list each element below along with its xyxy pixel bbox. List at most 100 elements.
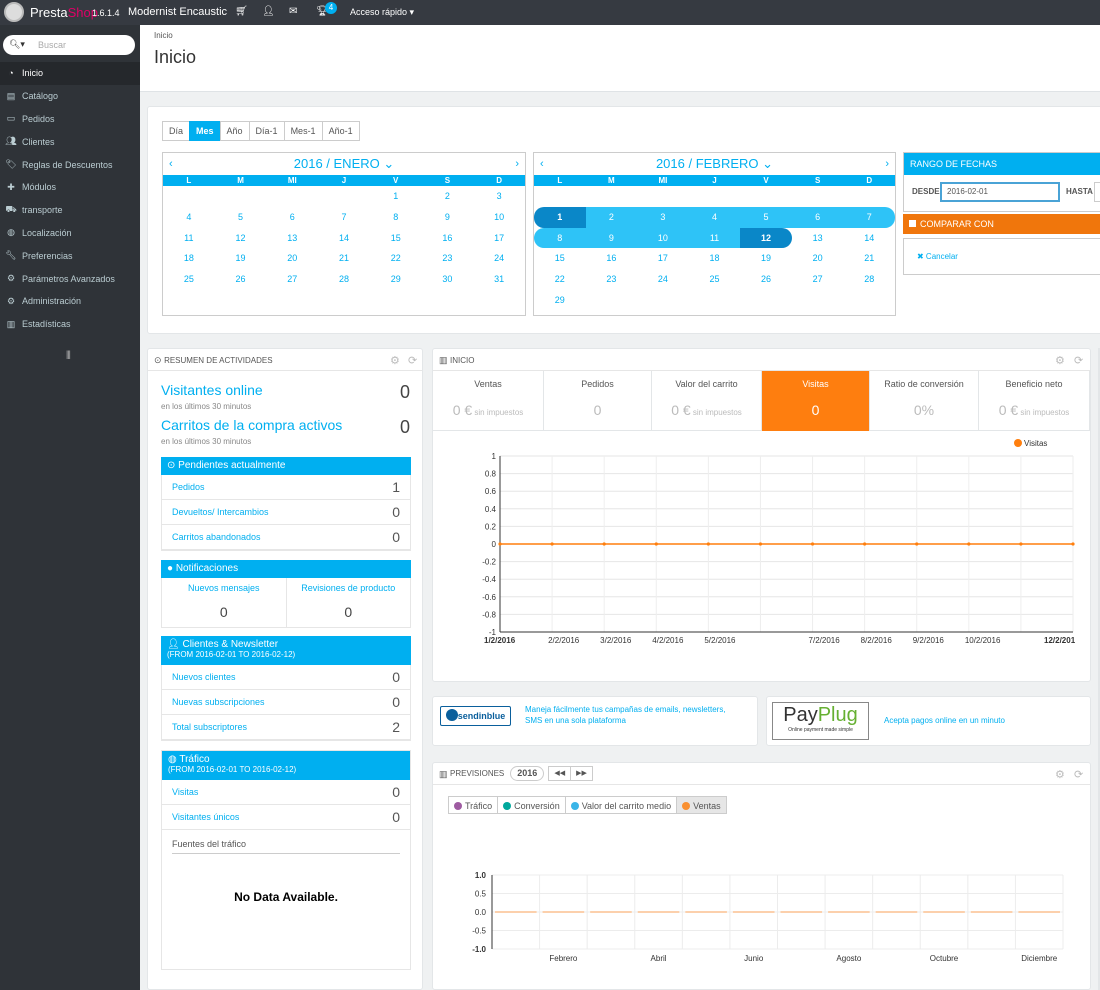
visits-point[interactable] <box>550 542 554 546</box>
calendar-day[interactable]: 20 <box>266 248 318 269</box>
calendar-day[interactable]: 20 <box>792 248 844 269</box>
calendar-day[interactable]: 13 <box>266 228 318 249</box>
calendar-day[interactable]: 10 <box>473 207 525 228</box>
calendar-day[interactable]: 6 <box>791 206 844 228</box>
configure-icon[interactable]: ⚙ <box>390 354 400 367</box>
envelope-icon[interactable]: ✉ <box>289 6 297 17</box>
calendar-day[interactable]: 30 <box>422 269 474 290</box>
legend-label[interactable]: Visitas <box>1024 439 1047 448</box>
forecast-next-button[interactable]: ▶▶ <box>570 766 593 781</box>
sidebar-item-4[interactable]: 👥︎ Clientes <box>0 130 140 153</box>
range-tab-1[interactable]: Día <box>162 121 191 141</box>
calendar-day[interactable]: 4 <box>688 206 741 228</box>
prev-month-icon[interactable]: ‹ <box>169 158 173 170</box>
calendar-day[interactable]: 9 <box>422 207 474 228</box>
calendar-day[interactable]: 21 <box>318 248 370 269</box>
calendar-day[interactable]: 1 <box>534 206 586 228</box>
calendar-day[interactable]: 11 <box>163 228 215 249</box>
calendar-day[interactable]: 9 <box>585 227 638 249</box>
calendar-day[interactable]: 3 <box>473 186 525 207</box>
calendar-day[interactable]: 2 <box>422 186 474 207</box>
list-item[interactable]: Devueltos/ Intercambios 0 <box>162 500 410 525</box>
configure-icon[interactable]: ⚙ <box>1055 768 1065 781</box>
forecast-prev-button[interactable]: ◀◀ <box>548 766 572 781</box>
calendar-day[interactable]: 3 <box>637 206 689 228</box>
forecast-legend-item[interactable]: Ventas <box>676 796 727 814</box>
visits-point[interactable] <box>706 542 710 546</box>
new-messages-cell[interactable]: Nuevos mensajes 0 <box>162 578 287 627</box>
compare-checkbox[interactable] <box>909 220 916 227</box>
refresh-icon[interactable]: ⟳ <box>1074 354 1083 367</box>
calendar-day[interactable]: 26 <box>740 269 792 290</box>
visits-point[interactable] <box>967 542 971 546</box>
breadcrumb[interactable]: Inicio <box>154 31 173 40</box>
calendar-day[interactable]: 7 <box>843 206 895 228</box>
calendar-day[interactable]: 15 <box>370 228 422 249</box>
range-tab-5[interactable]: Mes-1 <box>283 121 323 141</box>
calendar-day[interactable]: 28 <box>843 269 895 290</box>
payplug-logo[interactable]: PayPlug Online payment made simple <box>772 702 869 740</box>
next-month-icon[interactable]: › <box>515 158 519 170</box>
visits-point[interactable] <box>654 542 658 546</box>
sidebar-item-12[interactable]: ▥ Estadísticas <box>0 313 140 336</box>
search-icon[interactable]: 🔍︎▾ <box>9 39 25 50</box>
user-icon[interactable]: 👤︎ <box>262 6 275 17</box>
calendar-day[interactable]: 25 <box>689 269 741 290</box>
kpi-tile[interactable]: Pedidos 0 <box>544 371 652 431</box>
forecast-legend-item[interactable]: Tráfico <box>448 796 499 814</box>
calendar-day[interactable]: 5 <box>215 207 267 228</box>
prestashop-logo-icon[interactable] <box>4 2 24 22</box>
calendar-day[interactable]: 1 <box>370 186 422 207</box>
calendar-january-title[interactable]: 2016 / ENERO ⌄ <box>294 156 395 172</box>
visits-point[interactable] <box>602 542 606 546</box>
product-reviews-cell[interactable]: Revisiones de producto 0 <box>287 578 411 627</box>
search-box[interactable]: 🔍︎▾ Buscar <box>3 35 135 55</box>
search-input[interactable]: Buscar <box>38 40 66 50</box>
kpi-tile[interactable]: Valor del carrito 0 € sin impuestos <box>652 371 762 431</box>
range-tab-4[interactable]: Día-1 <box>248 121 285 141</box>
shop-name[interactable]: Modernist Encaustic <box>128 6 227 18</box>
calendar-day[interactable]: 29 <box>534 290 586 311</box>
sidebar-item-8[interactable]: ◍ Localización <box>0 222 140 245</box>
calendar-day[interactable]: 19 <box>215 248 267 269</box>
sendinblue-logo[interactable]: sendinblue <box>440 706 511 726</box>
calendar-day[interactable]: 6 <box>266 207 318 228</box>
list-item[interactable]: Nuevos clientes 0 <box>162 665 410 690</box>
kpi-tile[interactable]: Ventas 0 € sin impuestos <box>433 371 544 431</box>
prev-month-icon[interactable]: ‹ <box>540 158 544 170</box>
sidebar-item-10[interactable]: ⚙ Parámetros Avanzados <box>0 267 140 290</box>
calendar-day[interactable]: 27 <box>792 269 844 290</box>
calendar-day[interactable]: 25 <box>163 269 215 290</box>
payplug-ad[interactable]: PayPlug Online payment made simple Acept… <box>766 696 1091 746</box>
kpi-tile[interactable]: Beneficio neto 0 € sin impuestos <box>979 371 1090 431</box>
refresh-icon[interactable]: ⟳ <box>408 354 417 367</box>
sidebar-item-7[interactable]: ⛟ transporte <box>0 199 140 222</box>
calendar-day[interactable]: 23 <box>422 248 474 269</box>
configure-icon[interactable]: ⚙ <box>1055 354 1065 367</box>
calendar-day[interactable]: 16 <box>422 228 474 249</box>
range-tab-3[interactable]: Año <box>219 121 250 141</box>
calendar-day[interactable]: 17 <box>473 228 525 249</box>
calendar-day[interactable]: 18 <box>689 248 741 269</box>
calendar-day[interactable]: 31 <box>473 269 525 290</box>
calendar-day[interactable]: 7 <box>318 207 370 228</box>
calendar-day[interactable]: 24 <box>637 269 689 290</box>
calendar-day[interactable]: 10 <box>637 227 689 249</box>
kpi-tile[interactable]: Ratio de conversión 0% <box>870 371 979 431</box>
calendar-day[interactable]: 16 <box>586 248 638 269</box>
sidebar-item-5[interactable]: 🏷︎ Reglas de Descuentos <box>0 153 140 176</box>
calendar-day[interactable]: 21 <box>843 248 895 269</box>
list-item[interactable]: Visitas 0 <box>162 780 410 805</box>
calendar-day[interactable]: 22 <box>534 269 586 290</box>
forecast-legend-item[interactable]: Valor del carrito medio <box>564 796 678 814</box>
refresh-icon[interactable]: ⟳ <box>1074 768 1083 781</box>
sidebar-item-9[interactable]: 🔧︎ Preferencias <box>0 244 140 267</box>
payplug-text[interactable]: Acepta pagos online en un minuto <box>884 716 1005 725</box>
online-visitors-label[interactable]: Visitantes online <box>161 382 263 398</box>
calendar-day[interactable]: 18 <box>163 248 215 269</box>
calendar-day[interactable]: 27 <box>266 269 318 290</box>
calendar-day[interactable]: 14 <box>843 228 895 249</box>
list-item[interactable]: Nuevas subscripciones 0 <box>162 690 410 715</box>
calendar-day[interactable]: 24 <box>473 248 525 269</box>
calendar-day[interactable]: 2 <box>585 206 638 228</box>
